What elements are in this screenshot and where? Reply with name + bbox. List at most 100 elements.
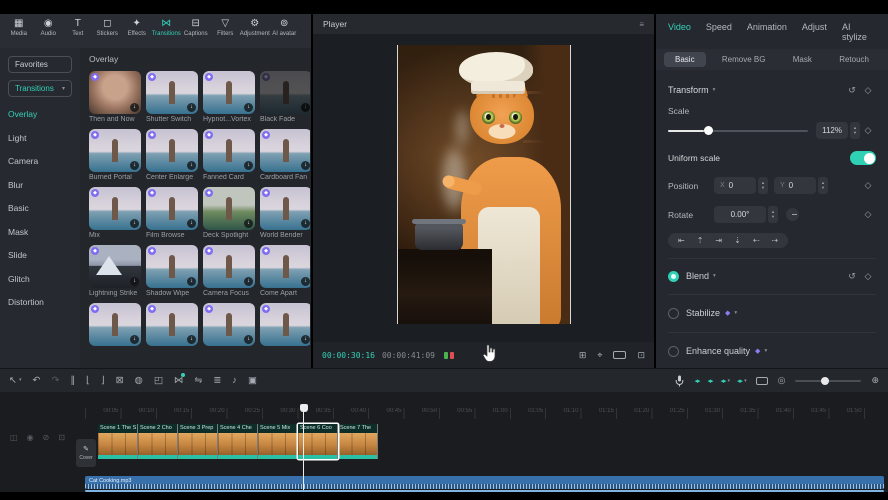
timeline-clip[interactable]: Scene 6 Coo bbox=[298, 424, 338, 459]
chevron-down-icon[interactable]: ▾ bbox=[734, 310, 737, 316]
toolbar-tab[interactable]: ⚙ Adjustment bbox=[240, 18, 270, 38]
transition-thumbnail[interactable]: ◆ ↓ bbox=[89, 303, 141, 346]
Lightning Strike[interactable]: ◆ ↓ Lightning Strike bbox=[89, 245, 141, 298]
sidebar-category-item[interactable]: Basic bbox=[8, 203, 72, 213]
secondary-audio-strip[interactable] bbox=[85, 490, 884, 492]
aspect-ratio-icon[interactable]: ⊞ bbox=[579, 350, 587, 361]
download-icon[interactable]: ↓ bbox=[130, 103, 139, 112]
magnet-toggle[interactable]: ◂▸ bbox=[694, 377, 699, 385]
download-icon[interactable]: ↓ bbox=[301, 277, 310, 286]
blend-checkbox[interactable] bbox=[668, 271, 679, 282]
delete[interactable]: ⊠ bbox=[116, 375, 124, 386]
Shutter Switch[interactable]: ◆ ↓ Shutter Switch bbox=[146, 71, 198, 124]
align-icon[interactable]: ⇠ bbox=[753, 236, 760, 245]
transition-thumbnail[interactable]: ◆ ↓ bbox=[203, 129, 255, 172]
download-icon[interactable]: ↓ bbox=[301, 335, 310, 344]
Black Fade[interactable]: ◆ ↓ Black Fade bbox=[260, 71, 310, 124]
reset-icon[interactable]: ↺ bbox=[844, 82, 860, 98]
download-icon[interactable]: ↓ bbox=[187, 161, 196, 170]
download-icon[interactable]: ↓ bbox=[130, 277, 139, 286]
sidebar-category-item[interactable]: Glitch bbox=[8, 274, 72, 284]
timeline-clip[interactable]: Scene 4 Che bbox=[218, 424, 258, 459]
keyframe-icon[interactable]: ◇ bbox=[860, 207, 876, 223]
download-icon[interactable]: ↓ bbox=[244, 161, 253, 170]
position-x-box[interactable]: X 0 bbox=[714, 177, 756, 194]
properties-tab[interactable]: Adjust bbox=[802, 22, 827, 42]
audio-tool[interactable]: ♪ bbox=[232, 375, 237, 386]
properties-subtab[interactable]: Retouch bbox=[828, 52, 880, 67]
position-y-stepper[interactable]: ▲▼ bbox=[818, 177, 828, 194]
video-preview[interactable] bbox=[397, 45, 571, 324]
transition-thumbnail[interactable]: ◆ ↓ bbox=[260, 187, 310, 230]
chevron-down-icon[interactable]: ▾ bbox=[764, 348, 767, 354]
position-x-stepper[interactable]: ▲▼ bbox=[758, 177, 768, 194]
properties-tab[interactable]: Video bbox=[668, 22, 691, 42]
cover-button[interactable]: ✎ Cover bbox=[76, 439, 96, 467]
Burned Portal[interactable]: ◆ ↓ Burned Portal bbox=[89, 129, 141, 182]
section-checkbox[interactable] bbox=[668, 308, 679, 319]
transition-thumbnail[interactable]: ◆ ↓ bbox=[260, 245, 310, 288]
undo[interactable]: ↶ bbox=[32, 375, 40, 386]
toolbar-tab[interactable]: ⋈ Transitions bbox=[152, 18, 182, 38]
properties-tab[interactable]: Speed bbox=[706, 22, 732, 42]
snap-toggle[interactable]: ◂▸ bbox=[707, 377, 712, 385]
reset-icon[interactable]: ↺ bbox=[844, 268, 860, 284]
timeline-clip[interactable]: Scene 2 Cho bbox=[138, 424, 178, 459]
transition-item[interactable]: ◆ ↓ bbox=[89, 303, 141, 356]
align-icon[interactable]: ⇡ bbox=[697, 236, 704, 245]
track-record[interactable]: ◫ bbox=[10, 433, 18, 442]
category-dropdown[interactable]: Transitions ▾ bbox=[8, 80, 72, 97]
rotate-stepper[interactable]: ▲▼ bbox=[768, 206, 778, 223]
toolbar-tab[interactable]: ▽ Filters bbox=[211, 18, 241, 38]
sidebar-category-item[interactable]: Overlay bbox=[8, 109, 72, 119]
favorites-button[interactable]: Favorites bbox=[8, 56, 72, 73]
sidebar-category-item[interactable]: Blur bbox=[8, 180, 72, 190]
download-icon[interactable]: ↓ bbox=[187, 277, 196, 286]
Cardboard Fan[interactable]: ◆ ↓ Cardboard Fan bbox=[260, 129, 310, 182]
Camera Focus[interactable]: ◆ ↓ Camera Focus bbox=[203, 245, 255, 298]
toolbar-tab[interactable]: ◉ Audio bbox=[34, 18, 64, 38]
download-icon[interactable]: ↓ bbox=[301, 161, 310, 170]
Fanned Card[interactable]: ◆ ↓ Fanned Card bbox=[203, 129, 255, 182]
mirror[interactable]: ⇋ bbox=[194, 375, 202, 386]
playhead[interactable] bbox=[303, 406, 304, 490]
zoom-in-icon[interactable]: ⊕ bbox=[871, 375, 879, 386]
transition-thumbnail[interactable]: ◆ ↓ bbox=[146, 245, 198, 288]
properties-tab[interactable]: Animation bbox=[747, 22, 787, 42]
Center Enlarge[interactable]: ◆ ↓ Center Enlarge bbox=[146, 129, 198, 182]
properties-subtab[interactable]: Basic bbox=[664, 52, 706, 67]
transition-thumbnail[interactable]: ◆ ↓ bbox=[89, 245, 141, 288]
sidebar-category-item[interactable]: Light bbox=[8, 133, 72, 143]
chevron-down-icon[interactable]: ▾ bbox=[713, 273, 716, 279]
frame-grab[interactable]: ▣ bbox=[248, 375, 257, 386]
timeline-clip[interactable]: Scene 1 The S bbox=[98, 424, 138, 459]
transition-thumbnail[interactable]: ◆ ↓ bbox=[89, 187, 141, 230]
keyframe-icon[interactable]: ◇ bbox=[860, 123, 876, 139]
transition-thumbnail[interactable]: ◆ ↓ bbox=[203, 303, 255, 346]
transition-thumbnail[interactable]: ◆ ↓ bbox=[203, 71, 255, 114]
align-icon[interactable]: ⇥ bbox=[715, 236, 722, 245]
transition-thumbnail[interactable]: ◆ ↓ bbox=[89, 129, 141, 172]
scale-slider[interactable] bbox=[668, 130, 808, 132]
toolbar-tab[interactable]: ⊚ AI avatar bbox=[270, 18, 300, 38]
align-icon[interactable]: ⇣ bbox=[734, 236, 741, 245]
sidebar-category-item[interactable]: Slide bbox=[8, 250, 72, 260]
download-icon[interactable]: ↓ bbox=[244, 335, 253, 344]
timeline-clip[interactable]: Scene 7 The bbox=[338, 424, 378, 459]
preview-axis-toggle[interactable]: ◂▸ bbox=[737, 377, 746, 385]
audio-clip[interactable]: Cat Cooking.mp3 bbox=[85, 476, 884, 489]
download-icon[interactable]: ↓ bbox=[244, 103, 253, 112]
preview-axis-icon[interactable] bbox=[756, 377, 768, 385]
track-visibility[interactable]: ◉ bbox=[27, 433, 34, 442]
player-menu-icon[interactable]: ≡ bbox=[639, 20, 644, 29]
download-icon[interactable]: ↓ bbox=[187, 103, 196, 112]
toolbar-tab[interactable]: ◻ Stickers bbox=[93, 18, 123, 38]
timeline-clip[interactable]: Scene 5 Mix bbox=[258, 424, 298, 459]
timeline-clip[interactable]: Scene 3 Prep bbox=[178, 424, 218, 459]
toolbar-tab[interactable]: T Text bbox=[63, 18, 93, 38]
transition-thumbnail[interactable]: ◆ ↓ bbox=[146, 187, 198, 230]
download-icon[interactable]: ↓ bbox=[187, 219, 196, 228]
align-icon[interactable]: ⇤ bbox=[678, 236, 685, 245]
transition-thumbnail[interactable]: ◆ ↓ bbox=[203, 187, 255, 230]
transition-thumbnail[interactable]: ◆ ↓ bbox=[146, 71, 198, 114]
